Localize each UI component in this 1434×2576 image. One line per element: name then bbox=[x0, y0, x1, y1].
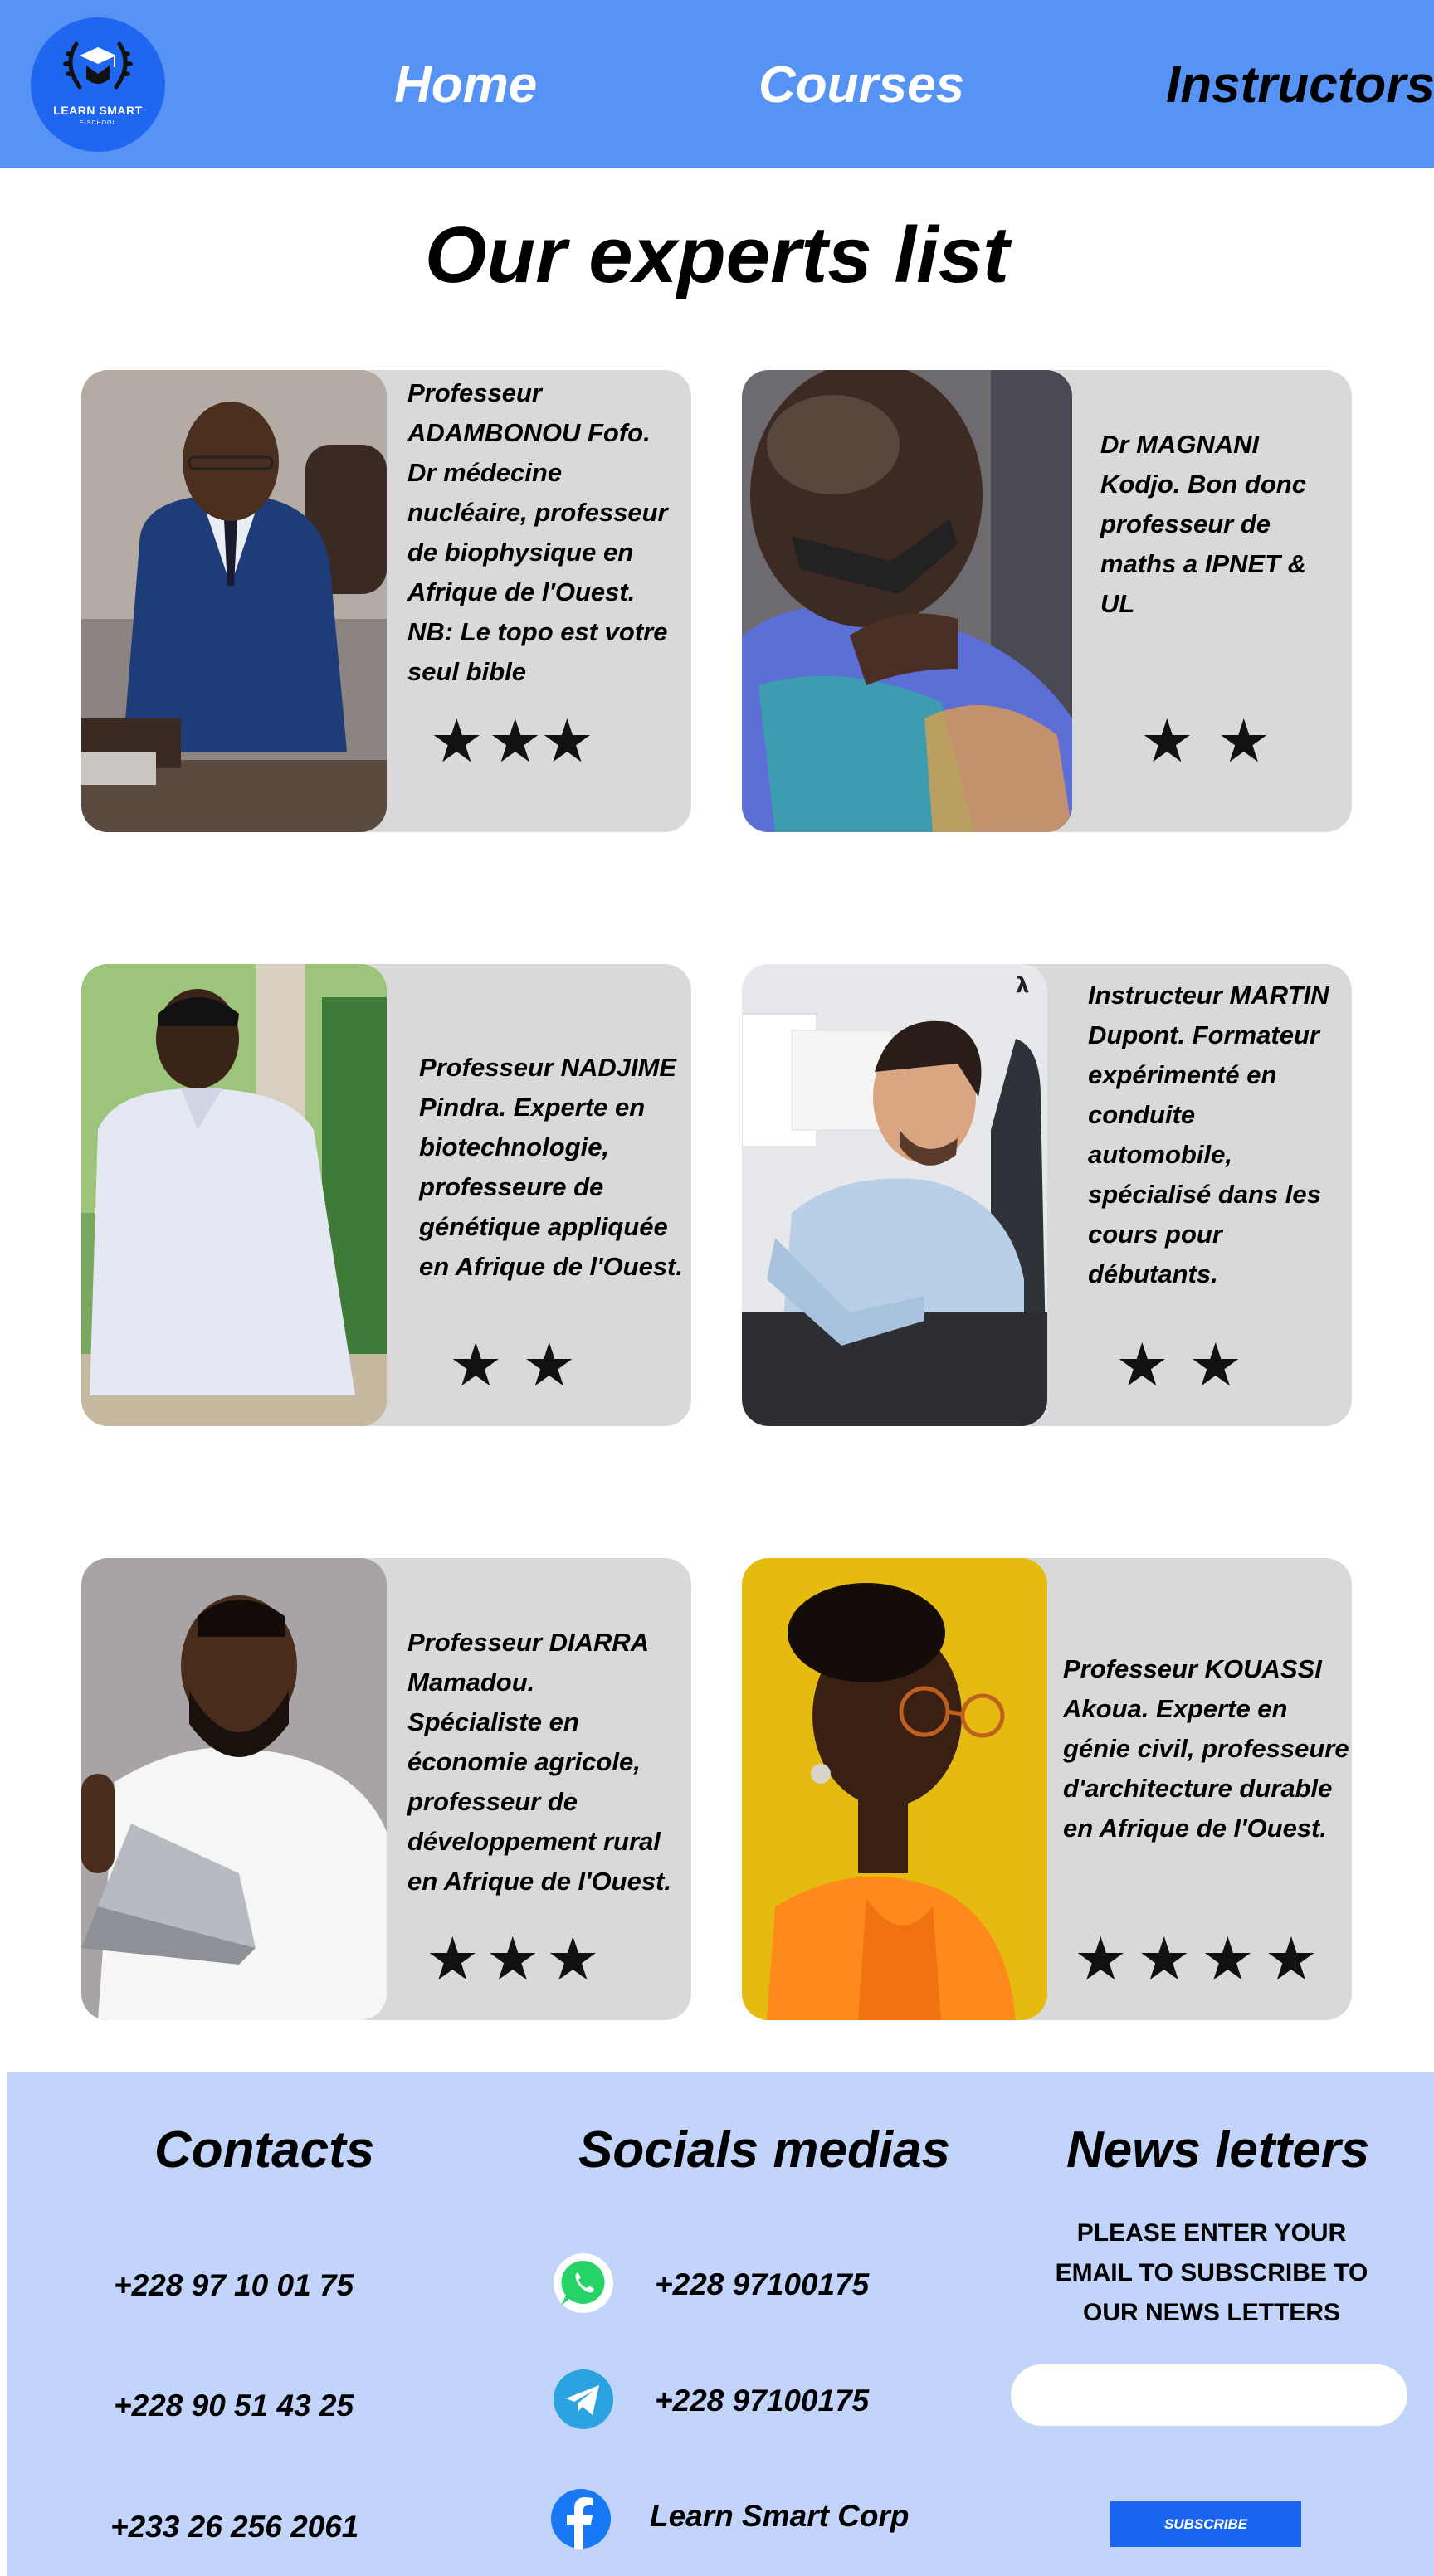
newsletter-heading: News letters bbox=[1066, 2121, 1370, 2179]
expert-description: Professeur ADAMBONOU Fofo. Dr médecine n… bbox=[407, 378, 668, 686]
page-title: Our experts list bbox=[424, 211, 1010, 299]
expert-description: Professeur KOUASSI Akoua. Experte en gén… bbox=[1063, 1654, 1349, 1843]
expert-card: Professeur KOUASSI Akoua. Experte en gén… bbox=[742, 1558, 1352, 2020]
star-icon: ★ bbox=[1137, 1926, 1192, 1993]
whatsapp-number[interactable]: +228 97100175 bbox=[655, 2264, 869, 2306]
expert-description: Instructeur MARTIN Dupont. Formateur exp… bbox=[1088, 981, 1329, 1288]
logo-subtitle: E-SCHOOL bbox=[79, 120, 117, 126]
star-icon: ★ bbox=[1217, 709, 1271, 775]
whatsapp-icon[interactable] bbox=[553, 2252, 614, 2314]
expert-card: Professeur ADAMBONOU Fofo. Dr médecine n… bbox=[81, 370, 691, 832]
telegram-icon[interactable] bbox=[553, 2369, 614, 2430]
star-icon: ★ bbox=[1188, 1332, 1243, 1399]
expert-rating: ★★★ bbox=[426, 1926, 600, 1993]
expert-rating: ★ ★ bbox=[449, 1332, 576, 1399]
expert-photo bbox=[81, 1558, 387, 2020]
expert-description: Professeur NADJIME Pindra. Experte en bi… bbox=[419, 1053, 683, 1281]
nav-instructors-link[interactable]: Instructors bbox=[1166, 48, 1434, 123]
expert-photo bbox=[81, 964, 387, 1426]
laurel-cap-icon bbox=[63, 41, 133, 90]
expert-description: Dr MAGNANI Kodjo. Bon donc professeur de… bbox=[1100, 430, 1307, 618]
star-icon: ★ bbox=[1201, 1926, 1255, 1993]
star-icon: ★ bbox=[540, 709, 594, 775]
contact-phone[interactable]: +233 26 256 2061 bbox=[110, 2506, 358, 2548]
nav-courses-link[interactable]: Courses bbox=[758, 48, 964, 123]
star-icon: ★ bbox=[485, 1926, 540, 1993]
telegram-number[interactable]: +228 97100175 bbox=[655, 2380, 869, 2422]
star-icon: ★ bbox=[488, 709, 543, 775]
expert-photo bbox=[81, 370, 387, 832]
expert-photo bbox=[742, 1558, 1047, 2020]
expert-card: Professeur DIARRA Mamadou. Spécialiste e… bbox=[81, 1558, 691, 2020]
expert-rating: ★★★ bbox=[430, 709, 594, 775]
expert-card: Professeur NADJIME Pindra. Experte en bi… bbox=[81, 964, 691, 1426]
star-icon: ★ bbox=[1074, 1926, 1128, 1993]
top-nav-bar: LEARN SMART E-SCHOOL Home Courses Instru… bbox=[0, 0, 1434, 168]
expert-card: Dr MAGNANI Kodjo. Bon donc professeur de… bbox=[742, 370, 1352, 832]
star-icon: ★ bbox=[430, 709, 484, 775]
star-icon: ★ bbox=[1264, 1926, 1319, 1993]
newsletter-email-input[interactable] bbox=[1011, 2364, 1407, 2426]
star-icon: ★ bbox=[546, 1926, 600, 1993]
expert-photo bbox=[742, 370, 1072, 832]
learn-smart-logo[interactable]: LEARN SMART E-SCHOOL bbox=[31, 17, 165, 152]
star-icon: ★ bbox=[1140, 709, 1194, 775]
expert-description: Professeur DIARRA Mamadou. Spécialiste e… bbox=[407, 1628, 671, 1896]
nav-home-link[interactable]: Home bbox=[394, 48, 537, 123]
expert-photo: λ bbox=[742, 964, 1047, 1426]
facebook-icon[interactable] bbox=[550, 2488, 612, 2549]
star-icon: ★ bbox=[1115, 1332, 1169, 1399]
star-icon: ★ bbox=[449, 1332, 503, 1399]
newsletter-description: PLEASE ENTER YOUR EMAIL TO SUBSCRIBE TO … bbox=[1055, 2219, 1368, 2326]
expert-rating: ★ ★ bbox=[1115, 1332, 1242, 1399]
star-icon: ★ bbox=[522, 1332, 577, 1399]
logo-title: LEARN SMART bbox=[53, 104, 143, 117]
svg-text:λ: λ bbox=[1016, 973, 1029, 998]
expert-card: λ Instructeur MARTIN Dupont. Formateur e… bbox=[742, 964, 1352, 1426]
expert-rating: ★ ★ bbox=[1140, 709, 1271, 775]
socials-heading: Socials medias bbox=[578, 2121, 951, 2179]
subscribe-button[interactable]: SUBSCRIBE bbox=[1110, 2501, 1301, 2547]
contact-phone[interactable]: +228 90 51 43 25 bbox=[114, 2385, 354, 2427]
contacts-heading: Contacts bbox=[154, 2121, 375, 2179]
facebook-page-name[interactable]: Learn Smart Corp bbox=[650, 2496, 910, 2537]
star-icon: ★ bbox=[426, 1926, 480, 1993]
contact-phone[interactable]: +228 97 10 01 75 bbox=[114, 2265, 354, 2306]
expert-rating: ★ ★ ★ ★ bbox=[1074, 1926, 1318, 1993]
